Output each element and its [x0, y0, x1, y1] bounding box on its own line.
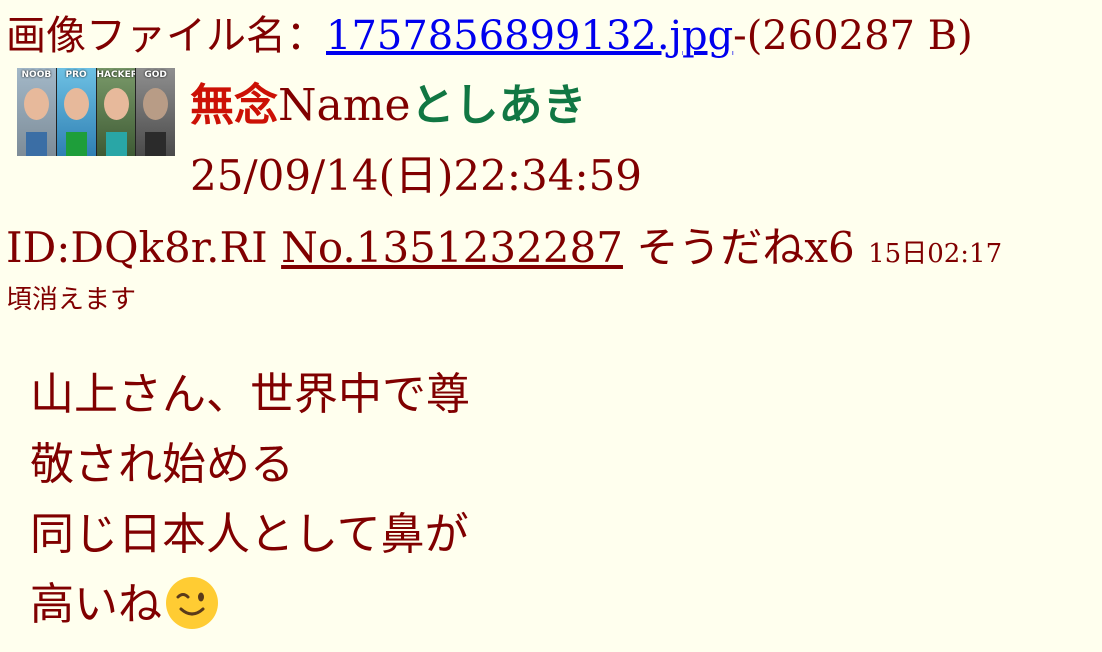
- post-meta: ID:DQk8r.RI No.1351232287 そうだねx6 15日02:1…: [6, 218, 1002, 278]
- post-header: 無念Nameとしあき: [190, 74, 587, 138]
- winking-face-icon: [164, 575, 220, 631]
- file-size: -(260287 B): [733, 13, 973, 59]
- name-label: Name: [278, 80, 411, 131]
- file-label: 画像ファイル名：: [6, 13, 326, 59]
- poster-id: ID:DQk8r.RI: [6, 223, 268, 272]
- comment-line: 同じ日本人として鼻が: [30, 509, 469, 560]
- post-comment: 山上さん、世界中で尊 敬され始める 同じ日本人として鼻が 高いね: [30, 360, 470, 640]
- post-thumbnail[interactable]: NOOB PRO HACKER GOD: [17, 68, 175, 156]
- comment-line-last: 高いね: [30, 570, 470, 640]
- comment-line: 高いね: [30, 579, 162, 630]
- comment-line: 敬され始める: [30, 439, 294, 490]
- thumbnail-panel-3: HACKER: [96, 68, 137, 156]
- sodane-button[interactable]: そうだねx6: [636, 223, 854, 272]
- thumbnail-panel-1: NOOB: [17, 68, 57, 156]
- poster-name: としあき: [410, 80, 587, 131]
- post-number-link[interactable]: No.1351232287: [281, 223, 623, 272]
- expire-time: 15日02:17: [868, 239, 1003, 269]
- thumbnail-panel-4: GOD: [136, 68, 175, 156]
- file-info: 画像ファイル名：1757856899132.jpg-(260287 B): [6, 6, 973, 66]
- file-link[interactable]: 1757856899132.jpg: [326, 13, 733, 59]
- comment-line: 山上さん、世界中で尊: [30, 369, 470, 420]
- post-date: 25/09/14(日)22:34:59: [190, 151, 643, 200]
- thumbnail-panel-label: PRO: [65, 70, 87, 80]
- expire-note: 頃消えます: [6, 285, 137, 315]
- thumbnail-panel-2: PRO: [56, 68, 97, 156]
- thumbnail-panel-label: NOOB: [21, 70, 52, 80]
- thumbnail-panel-label: HACKER: [96, 70, 137, 80]
- post-subject: 無念: [190, 80, 278, 131]
- thumbnail-panel-label: GOD: [144, 70, 167, 80]
